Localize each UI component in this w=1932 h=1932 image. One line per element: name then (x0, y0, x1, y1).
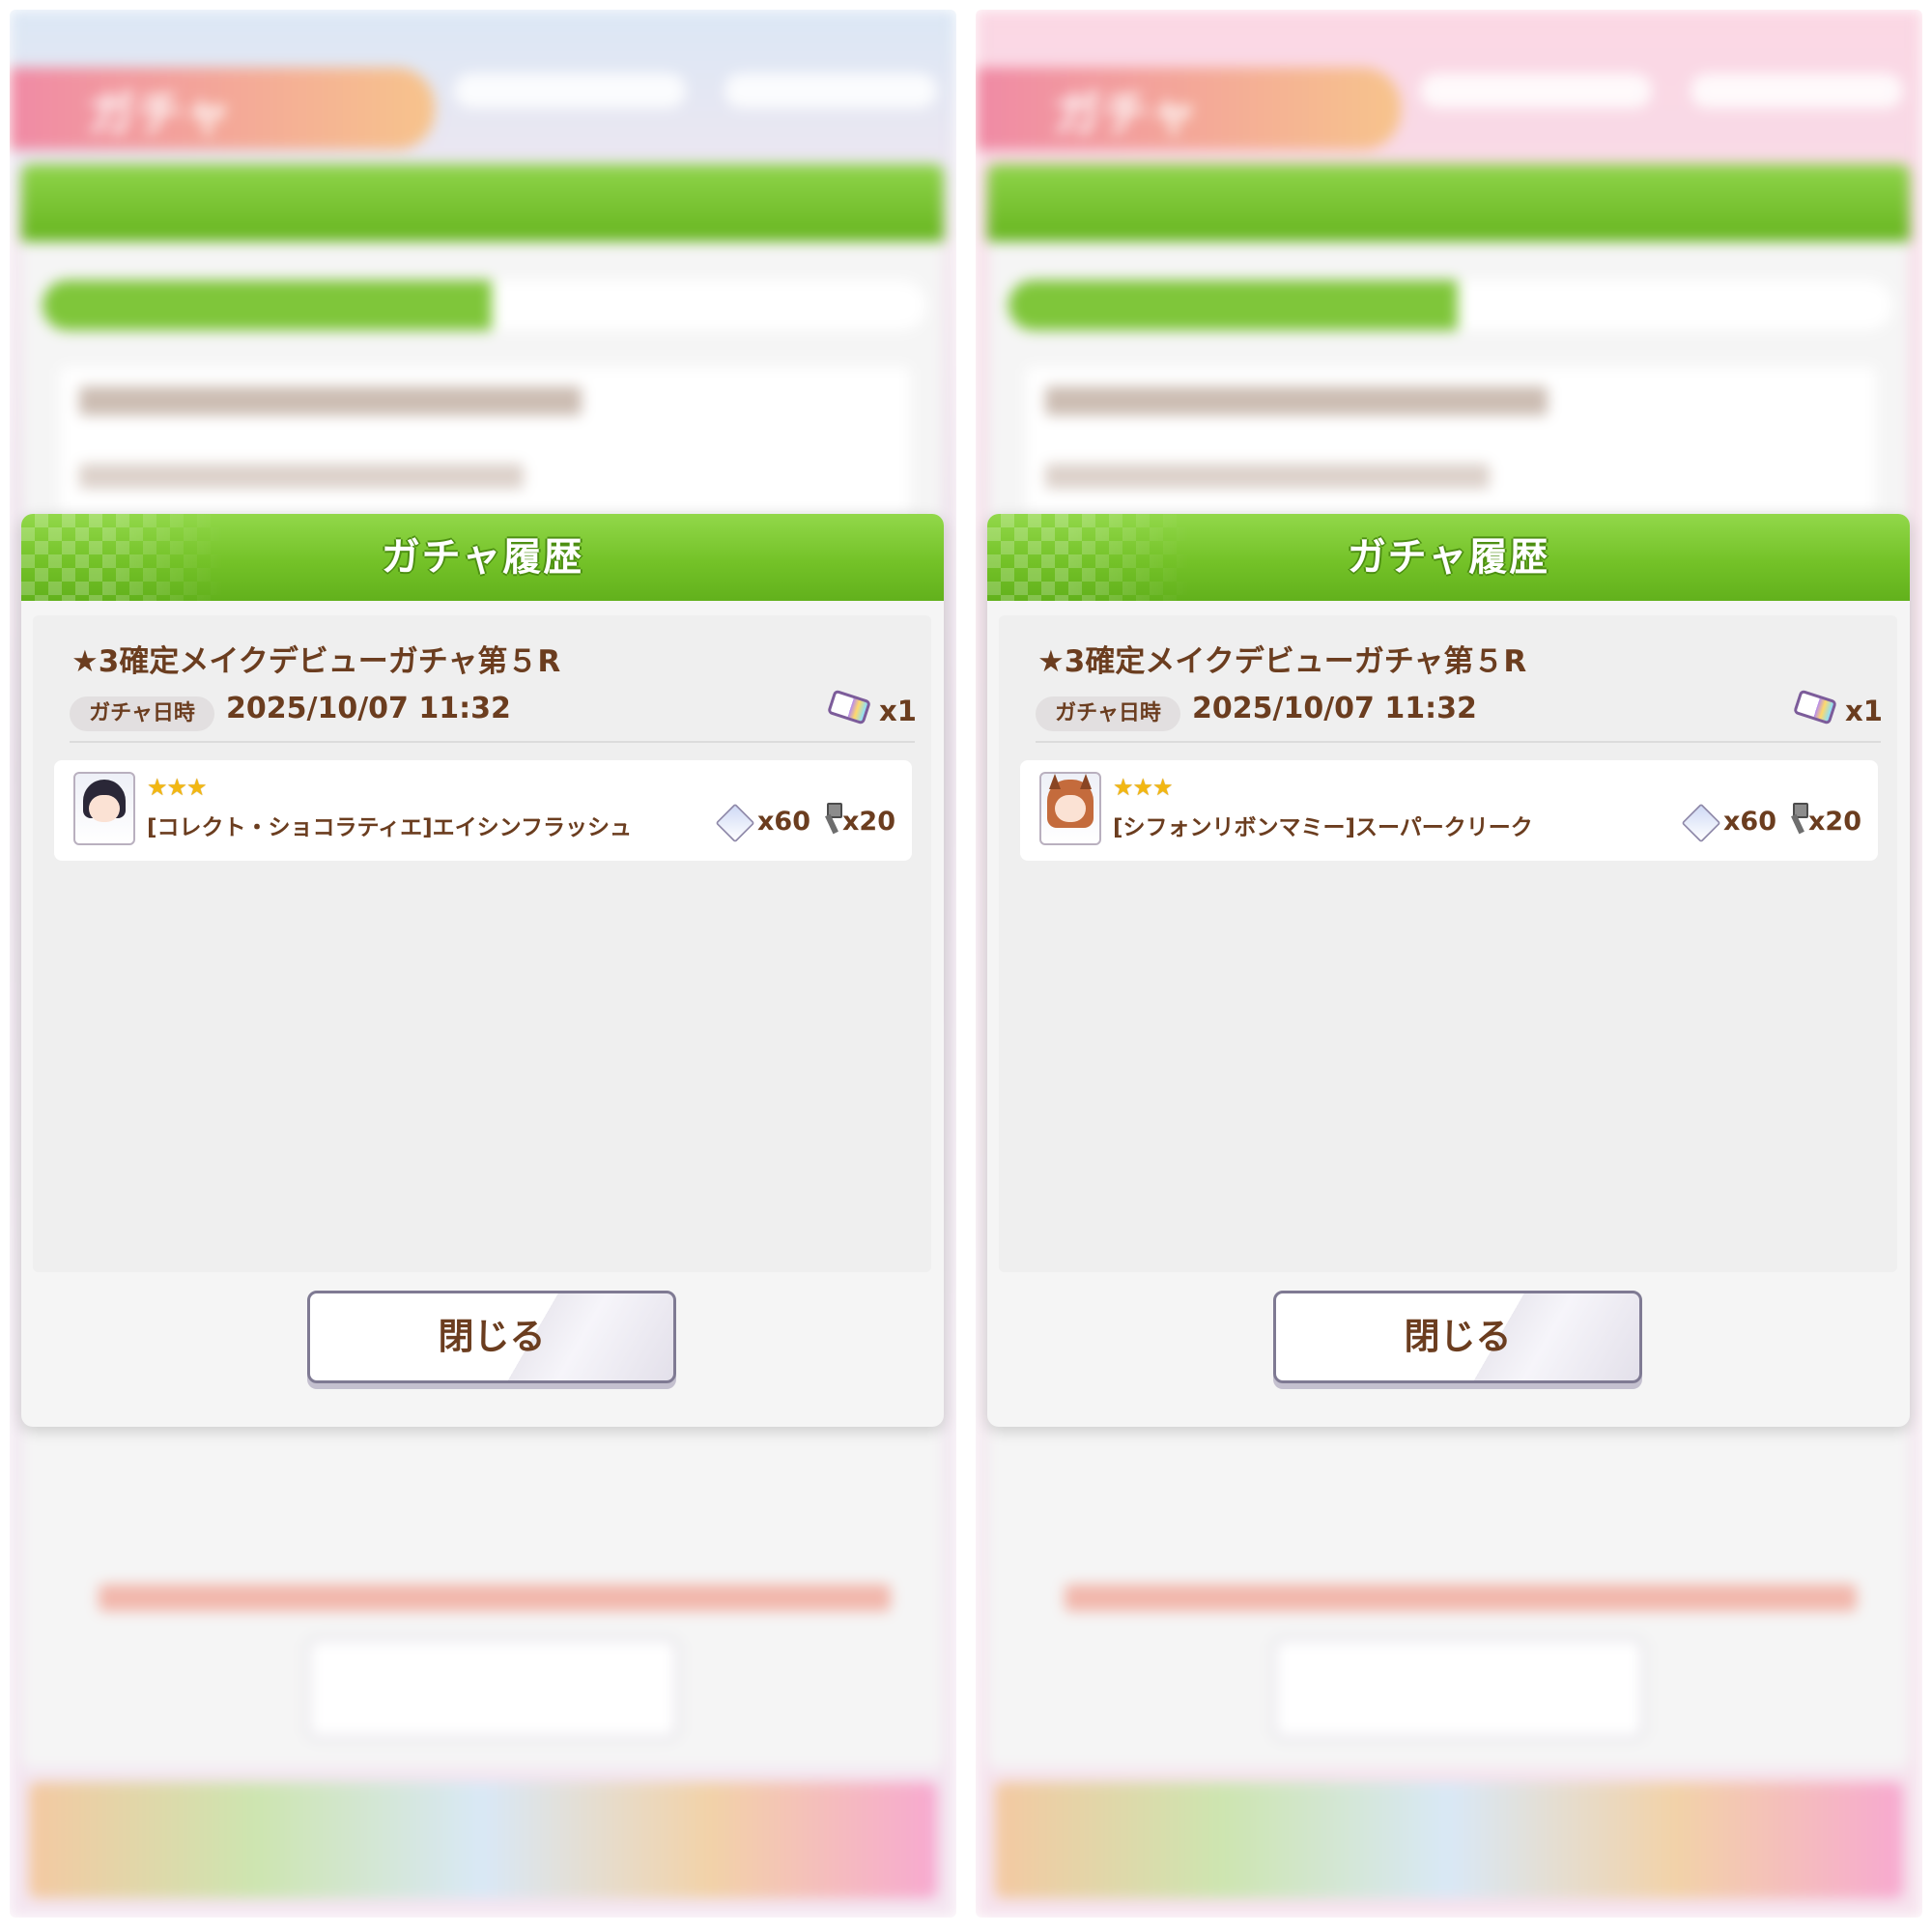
hammer-icon (819, 803, 842, 836)
tab-support-card (1458, 280, 1892, 330)
currency-counter (1420, 73, 1652, 108)
ticket-icon (826, 689, 872, 725)
dialog-title: ガチャ履歴 (381, 535, 584, 580)
tab-trainee (43, 280, 492, 330)
hammer-icon (1785, 803, 1808, 836)
gacha-history-dialog: ガチャ履歴 ★3確定メイクデビューガチャ第５R ガチャ日時 2025/10/07… (987, 514, 1910, 1427)
piece-count: x60 (757, 807, 810, 837)
background-modal-header (987, 164, 1910, 242)
background-close-button (306, 1637, 679, 1740)
history-content: ★3確定メイクデビューガチャ第５R ガチャ日時 2025/10/07 11:32… (999, 615, 1897, 1272)
date-label-badge: ガチャ日時 (1036, 696, 1180, 731)
background-history-card (1026, 367, 1876, 512)
character-portrait-icon (73, 772, 135, 845)
divider (1036, 741, 1881, 743)
dialog-header: ガチャ履歴 (21, 514, 944, 601)
gacha-header-bar: ガチャ (976, 68, 1401, 150)
currency-counter (724, 73, 937, 108)
close-button-label: 閉じる (438, 1316, 546, 1357)
history-note (99, 1584, 891, 1611)
ticket-icon (1792, 689, 1838, 725)
bottom-navigation (29, 1782, 937, 1898)
result-row[interactable]: ★★★ [シフォンリボンマミー]スーパークリーク x60 x20 (1020, 760, 1878, 861)
header-title: ガチャ (1053, 86, 1198, 142)
hammer-count: x20 (842, 807, 895, 837)
character-piece-icon (1681, 803, 1721, 843)
currency-counter (1690, 73, 1903, 108)
screenshot-panel-right: ガチャ ガチャ履歴 ★3確定メイクデビューガチャ第５R ガチャ日時 2025/1… (976, 10, 1922, 1918)
character-piece-icon (715, 803, 755, 843)
gacha-date: 2025/10/07 11:32 (226, 692, 511, 725)
background-close-button (1272, 1637, 1645, 1740)
background-history-card (60, 367, 910, 512)
rarity-stars: ★★★ (1113, 774, 1174, 801)
tab-support-card (492, 280, 926, 330)
character-name: [コレクト・ショコラティエ]エイシンフラッシュ (147, 815, 632, 840)
history-content: ★3確定メイクデビューガチャ第５R ガチャ日時 2025/10/07 11:32… (33, 615, 931, 1272)
close-button[interactable]: 閉じる (1273, 1291, 1642, 1383)
dialog-title: ガチャ履歴 (1347, 535, 1550, 580)
tab-trainee (1009, 280, 1458, 330)
date-label-badge: ガチャ日時 (70, 696, 214, 731)
close-button-label: 閉じる (1404, 1316, 1512, 1357)
history-note (1065, 1584, 1857, 1611)
gacha-name: ★3確定メイクデビューガチャ第５R (71, 644, 561, 679)
gacha-history-dialog: ガチャ履歴 ★3確定メイクデビューガチャ第５R ガチャ日時 2025/10/07… (21, 514, 944, 1427)
result-row[interactable]: ★★★ [コレクト・ショコラティエ]エイシンフラッシュ x60 x20 (54, 760, 912, 861)
hammer-count: x20 (1808, 807, 1861, 837)
rarity-stars: ★★★ (147, 774, 208, 801)
currency-counter (454, 73, 686, 108)
piece-count: x60 (1723, 807, 1776, 837)
dialog-header: ガチャ履歴 (987, 514, 1910, 601)
background-modal-header (21, 164, 944, 242)
gacha-name: ★3確定メイクデビューガチャ第５R (1037, 644, 1527, 679)
character-name: [シフォンリボンマミー]スーパークリーク (1113, 815, 1533, 840)
divider (70, 741, 915, 743)
ticket-count: x1 (1845, 695, 1883, 727)
ticket-count: x1 (879, 695, 917, 727)
character-portrait-icon (1039, 772, 1101, 845)
gacha-date: 2025/10/07 11:32 (1192, 692, 1477, 725)
bottom-navigation (995, 1782, 1903, 1898)
header-title: ガチャ (87, 86, 232, 142)
gacha-header-bar: ガチャ (10, 68, 435, 150)
screenshot-panel-left: ガチャ ガチャ履歴 ★3確定メイクデビューガチャ第５R ガチャ日時 2025/1… (10, 10, 956, 1918)
close-button[interactable]: 閉じる (307, 1291, 676, 1383)
